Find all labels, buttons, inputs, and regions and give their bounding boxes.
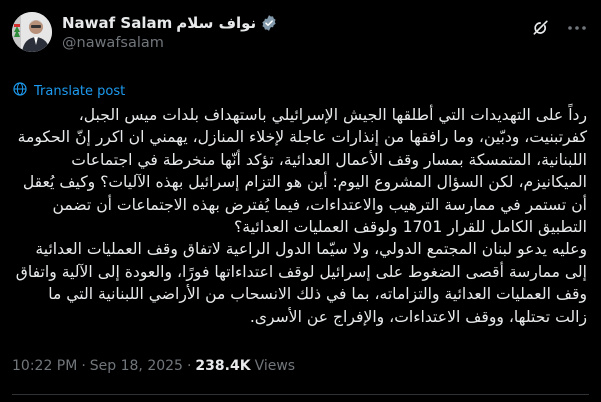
translate-post-label[interactable]: Translate post bbox=[34, 84, 125, 99]
views-label: Views bbox=[254, 358, 296, 374]
more-icon[interactable] bbox=[565, 16, 589, 40]
author-display-name[interactable]: Nawaf Salam bbox=[62, 14, 172, 32]
globe-icon bbox=[12, 81, 28, 101]
verified-badge-icon bbox=[260, 14, 278, 32]
author-display-name-arabic[interactable]: نواف سلام bbox=[176, 14, 256, 32]
meta-separator: · bbox=[186, 358, 192, 374]
post-date[interactable]: Sep 18, 2025 bbox=[90, 358, 183, 374]
post-header: Nawaf Salam نواف سلام @nawafsalam bbox=[12, 12, 589, 58]
grok-icon[interactable] bbox=[531, 18, 551, 38]
post-meta: 10:22 PM · Sep 18, 2025 · 238.4K Views bbox=[12, 358, 295, 374]
post-time[interactable]: 10:22 PM bbox=[12, 358, 77, 374]
views-count: 238.4K bbox=[195, 358, 251, 374]
meta-separator: · bbox=[81, 358, 86, 374]
avatar[interactable] bbox=[12, 12, 52, 52]
author-handle[interactable]: @nawafsalam bbox=[62, 35, 278, 51]
post-text: رداً على التهديدات التي أطلقها الجيش الإ… bbox=[15, 106, 587, 326]
divider bbox=[12, 394, 589, 395]
translate-post-link[interactable]: Translate post bbox=[12, 81, 125, 101]
